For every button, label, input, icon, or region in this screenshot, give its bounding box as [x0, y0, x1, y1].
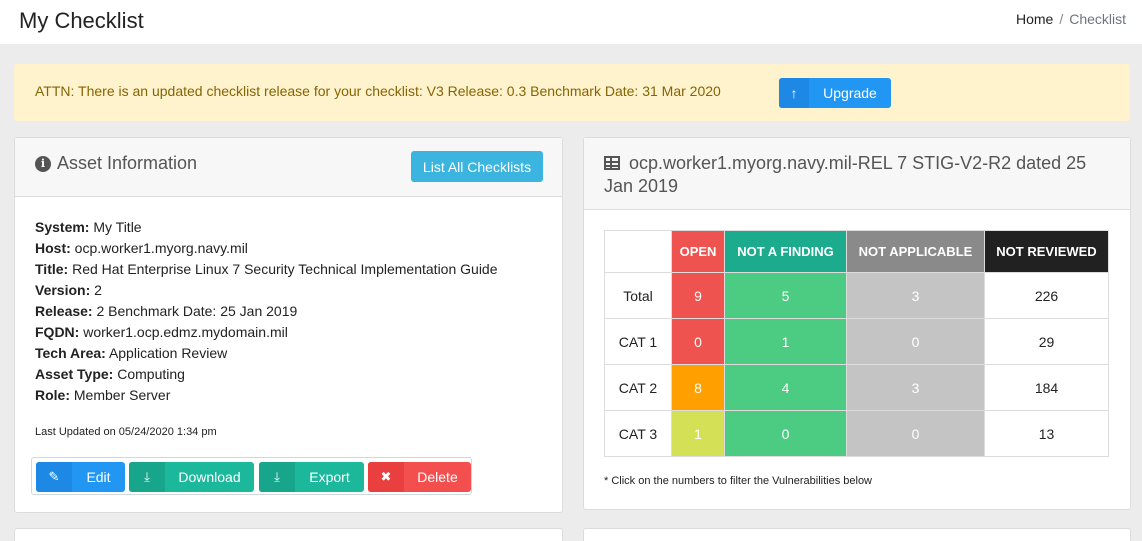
- upgrade-button[interactable]: ↑ Upgrade: [779, 78, 891, 108]
- header-blank: [604, 230, 672, 273]
- delete-button[interactable]: ✖ Delete: [368, 462, 471, 492]
- last-updated-text: Last Updated on 05/24/2020 1:34 pm: [35, 426, 217, 438]
- stig-card-title: ocp.worker1.myorg.navy.mil-REL 7 STIG-V2…: [604, 152, 1114, 198]
- asset-title-text: Asset Information: [57, 153, 198, 173]
- row-label: CAT 3: [604, 410, 672, 457]
- table-row-total: Total 9 5 3 226: [604, 272, 1109, 319]
- row-label: CAT 2: [604, 364, 672, 411]
- asset-action-buttons: ✎ Edit ⤓ Download ⤓ Export ✖ Delete: [31, 457, 472, 495]
- header-open: OPEN: [671, 230, 725, 273]
- vulnerability-summary-table: OPEN NOT A FINDING NOT APPLICABLE NOT RE…: [604, 230, 1109, 457]
- cat1-open-count[interactable]: 0: [671, 318, 725, 365]
- stig-summary-card: ocp.worker1.myorg.navy.mil-REL 7 STIG-V2…: [583, 137, 1131, 510]
- table-icon: [604, 156, 620, 170]
- asset-details: System: My Title Host: ocp.worker1.myorg…: [35, 217, 498, 406]
- breadcrumb-separator: /: [1059, 11, 1064, 27]
- next-card-right: [583, 528, 1131, 541]
- page-title: My Checklist: [19, 8, 144, 33]
- cat1-not-a-finding-count[interactable]: 1: [724, 318, 847, 365]
- total-not-applicable-count[interactable]: 3: [846, 272, 985, 319]
- header-not-applicable: NOT APPLICABLE: [846, 230, 985, 273]
- top-bar: My Checklist Home / Checklist: [0, 0, 1142, 44]
- asset-field-title: Title: Red Hat Enterprise Linux 7 Securi…: [35, 261, 498, 277]
- upgrade-alert: ATTN: There is an updated checklist rele…: [14, 64, 1130, 121]
- edit-icon: ✎: [36, 462, 72, 492]
- cat2-open-count[interactable]: 8: [671, 364, 725, 411]
- total-not-a-finding-count[interactable]: 5: [724, 272, 847, 319]
- row-label: Total: [604, 272, 672, 319]
- filter-note: * Click on the numbers to filter the Vul…: [604, 475, 873, 487]
- asset-field-fqdn: FQDN: worker1.ocp.edmz.mydomain.mil: [35, 324, 288, 340]
- export-button[interactable]: ⤓ Export: [259, 462, 364, 492]
- download-button[interactable]: ⤓ Download: [129, 462, 254, 492]
- cat2-not-reviewed-count[interactable]: 184: [984, 364, 1109, 411]
- upgrade-button-label: Upgrade: [823, 85, 877, 101]
- cat2-not-a-finding-count[interactable]: 4: [724, 364, 847, 411]
- asset-field-release: Release: 2 Benchmark Date: 25 Jan 2019: [35, 303, 298, 319]
- asset-field-version: Version: 2: [35, 282, 102, 298]
- header-not-a-finding: NOT A FINDING: [724, 230, 847, 273]
- breadcrumb: Home / Checklist: [1016, 11, 1126, 27]
- asset-field-host: Host: ocp.worker1.myorg.navy.mil: [35, 240, 248, 256]
- stig-card-header: ocp.worker1.myorg.navy.mil-REL 7 STIG-V2…: [584, 138, 1130, 210]
- table-row-cat3: CAT 3 1 0 0 13: [604, 410, 1109, 457]
- cat1-not-reviewed-count[interactable]: 29: [984, 318, 1109, 365]
- alert-text: ATTN: There is an updated checklist rele…: [35, 83, 721, 99]
- table-row-cat1: CAT 1 0 1 0 29: [604, 318, 1109, 365]
- asset-field-system: System: My Title: [35, 219, 142, 235]
- asset-field-tech-area: Tech Area: Application Review: [35, 345, 228, 361]
- table-row-cat2: CAT 2 8 4 3 184: [604, 364, 1109, 411]
- asset-card-title: i Asset Information: [35, 153, 197, 174]
- asset-information-card: i Asset Information List All Checklists …: [14, 137, 563, 513]
- next-card-left: [14, 528, 563, 541]
- asset-card-header: i Asset Information List All Checklists: [15, 138, 562, 197]
- info-icon: i: [35, 155, 51, 172]
- table-header-row: OPEN NOT A FINDING NOT APPLICABLE NOT RE…: [604, 230, 1109, 273]
- arrow-up-icon: ↑: [779, 78, 809, 108]
- breadcrumb-home-link[interactable]: Home: [1016, 11, 1053, 27]
- close-icon: ✖: [368, 462, 404, 492]
- cat2-not-applicable-count[interactable]: 3: [846, 364, 985, 411]
- cat3-not-applicable-count[interactable]: 0: [846, 410, 985, 457]
- download-icon: ⤓: [129, 462, 165, 492]
- total-not-reviewed-count[interactable]: 226: [984, 272, 1109, 319]
- header-not-reviewed: NOT REVIEWED: [984, 230, 1109, 273]
- edit-button[interactable]: ✎ Edit: [36, 462, 125, 492]
- list-all-checklists-button[interactable]: List All Checklists: [411, 151, 543, 182]
- cat3-not-a-finding-count[interactable]: 0: [724, 410, 847, 457]
- cat3-open-count[interactable]: 1: [671, 410, 725, 457]
- export-icon: ⤓: [259, 462, 295, 492]
- cat1-not-applicable-count[interactable]: 0: [846, 318, 985, 365]
- cat3-not-reviewed-count[interactable]: 13: [984, 410, 1109, 457]
- breadcrumb-current: Checklist: [1069, 11, 1126, 27]
- stig-title-text: ocp.worker1.myorg.navy.mil-REL 7 STIG-V2…: [604, 153, 1087, 196]
- asset-field-role: Role: Member Server: [35, 387, 171, 403]
- total-open-count[interactable]: 9: [671, 272, 725, 319]
- row-label: CAT 1: [604, 318, 672, 365]
- asset-field-asset-type: Asset Type: Computing: [35, 366, 185, 382]
